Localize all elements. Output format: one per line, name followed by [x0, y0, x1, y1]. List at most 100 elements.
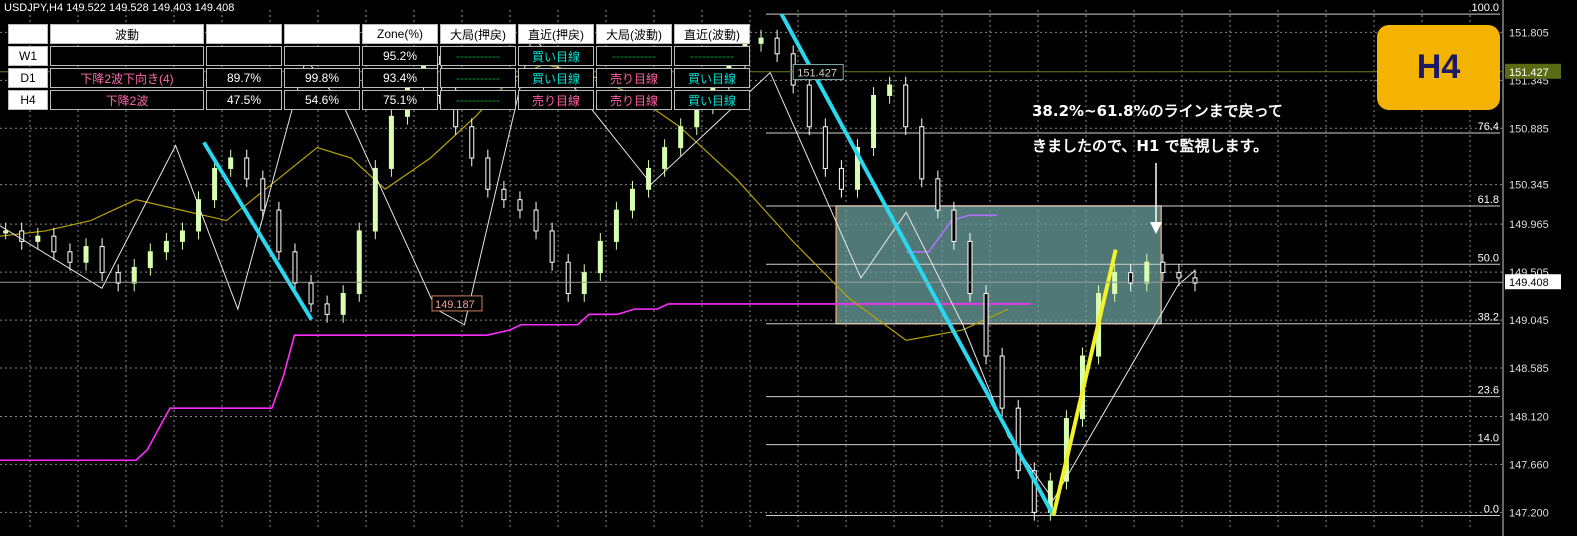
bear-candle — [292, 251, 298, 284]
bear-candle — [276, 209, 282, 253]
bear-candle — [308, 282, 314, 305]
fib-level-label: 50.0 — [1478, 252, 1499, 264]
annotation-line-2: きましたので、H1 で監視します。 — [1032, 137, 1269, 155]
bear-candle — [919, 126, 925, 180]
fib-level-label: 61.8 — [1478, 194, 1499, 206]
price-tick-label: 147.200 — [1509, 507, 1549, 519]
bear-candle — [533, 209, 539, 232]
header-cell-big-pull: 大局(押戻) — [440, 24, 516, 44]
timeframe-badge: H4 — [1377, 25, 1500, 110]
bull-candle — [629, 188, 635, 211]
current-price-label: 149.408 — [1509, 277, 1549, 289]
bull-candle — [340, 292, 346, 315]
bear-candle — [967, 240, 973, 294]
row-label: H4 — [8, 90, 48, 110]
bull-candle — [678, 126, 684, 149]
bear-candle — [260, 178, 266, 211]
bull-candle — [887, 84, 893, 96]
bear-candle — [469, 126, 475, 159]
table-row: D1 下降2波下向き(4) 89.7% 99.8% 93.4% --------… — [8, 68, 750, 88]
bull-candle — [196, 199, 202, 232]
near-pull-cell: 売り目線 — [518, 90, 594, 110]
bear-candle — [1160, 261, 1166, 274]
bear-candle — [951, 209, 957, 242]
fib-level-label: 0.0 — [1484, 503, 1499, 515]
near-wave-cell: ----------- — [674, 46, 750, 66]
bull-candle — [662, 147, 668, 169]
fib-level-label: 23.6 — [1478, 385, 1499, 397]
bear-candle — [244, 157, 250, 180]
bull-candle — [1144, 261, 1150, 284]
bull-candle — [83, 246, 89, 263]
price-tick-label: 148.120 — [1509, 411, 1549, 423]
low-price-text: 149.187 — [435, 299, 475, 311]
bull-candle — [388, 115, 394, 169]
bear-candle — [115, 272, 121, 284]
zone-cell: 75.1% — [362, 90, 438, 110]
p1-cell: 47.5% — [206, 90, 282, 110]
bear-candle — [1015, 407, 1021, 472]
bear-candle — [838, 167, 844, 190]
price-tick-label: 149.045 — [1509, 315, 1549, 327]
bear-candle — [983, 292, 989, 357]
bear-candle — [501, 188, 507, 201]
bear-candle — [51, 235, 57, 253]
bull-candle — [1112, 272, 1118, 294]
p1-cell: 89.7% — [206, 68, 282, 88]
near-pull-cell: 買い目線 — [518, 46, 594, 66]
fib-level-label: 100.0 — [1471, 2, 1499, 14]
bear-candle — [99, 246, 105, 274]
fib-level-label: 76.4 — [1478, 121, 1499, 133]
symbol-header: USDJPY,H4 149.522 149.528 149.403 149.40… — [4, 2, 235, 14]
bull-candle — [179, 230, 185, 242]
price-tick-label: 150.345 — [1509, 180, 1549, 192]
p2-cell: 99.8% — [284, 68, 360, 88]
row-label: W1 — [8, 46, 48, 66]
wave-cell — [50, 46, 204, 66]
bull-candle — [147, 251, 153, 268]
bear-candle — [485, 157, 491, 190]
price-tick-label: 149.965 — [1509, 219, 1549, 231]
table-header-row: 波動 Zone(%) 大局(押戻) 直近(押戻) 大局(波動) 直近(波動) — [8, 24, 750, 44]
bear-candle — [903, 84, 909, 128]
price-tick-label: 151.805 — [1509, 27, 1549, 39]
bear-candle — [549, 230, 555, 263]
bull-candle — [356, 230, 362, 294]
bear-candle — [517, 199, 523, 211]
big-wave-cell: 売り目線 — [596, 90, 672, 110]
bull-candle — [212, 167, 218, 201]
bull-candle — [228, 157, 234, 169]
near-wave-cell: 買い目線 — [674, 68, 750, 88]
price-tick-label: 150.885 — [1509, 123, 1549, 135]
wave-cell: 下降2波下向き(4) — [50, 68, 204, 88]
zone-cell: 93.4% — [362, 68, 438, 88]
annotation-line-1: 38.2%~61.8%のラインまで戻って — [1032, 102, 1283, 120]
header-cell-big-wave: 大局(波動) — [596, 24, 672, 44]
big-wave-cell: ----------- — [596, 46, 672, 66]
header-cell-label — [8, 24, 48, 44]
bull-candle — [758, 37, 764, 44]
bull-candle — [613, 209, 619, 242]
bear-candle — [67, 251, 73, 263]
header-cell-zone: Zone(%) — [362, 24, 438, 44]
table-row: H4 下降2波 47.5% 54.6% 75.1% ----------- 売り… — [8, 90, 750, 110]
bear-candle — [324, 303, 330, 315]
bull-candle — [163, 240, 169, 253]
bull-candle — [35, 235, 41, 242]
bear-candle — [935, 178, 941, 211]
row-label: D1 — [8, 68, 48, 88]
header-cell-near-pull: 直近(押戻) — [518, 24, 594, 44]
bear-candle — [999, 355, 1005, 409]
p2-cell — [284, 46, 360, 66]
bull-candle — [581, 272, 587, 294]
fib-level-label: 14.0 — [1478, 433, 1499, 445]
header-cell-p2 — [284, 24, 360, 44]
wave-cell: 下降2波 — [50, 90, 204, 110]
big-pull-cell: ----------- — [440, 90, 516, 110]
bear-candle — [565, 261, 571, 294]
bear-candle — [774, 37, 780, 55]
price-tick-label: 147.660 — [1509, 459, 1549, 471]
price-tick-label: 148.585 — [1509, 363, 1549, 375]
zone-cell: 95.2% — [362, 46, 438, 66]
header-cell-near-wave: 直近(波動) — [674, 24, 750, 44]
